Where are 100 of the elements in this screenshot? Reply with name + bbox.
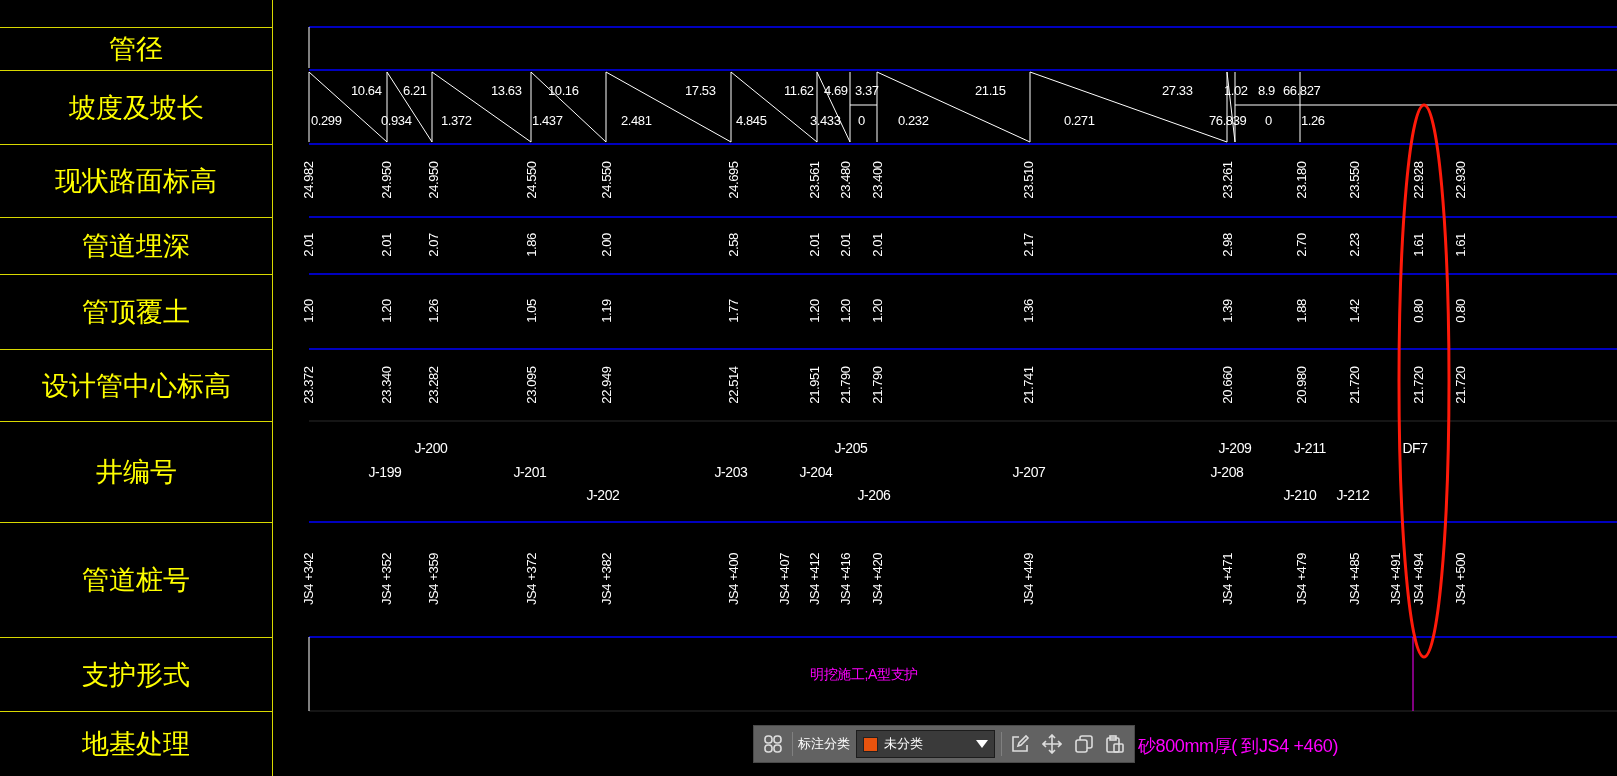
row-header-cell: 支护形式 <box>0 637 272 711</box>
row-header-cell: 地基处理 <box>0 711 272 776</box>
ground-elevation-value: 24.550 <box>599 161 613 199</box>
design-elevation-value: 21.790 <box>838 366 852 404</box>
design-elevation-value: 21.720 <box>1453 366 1467 404</box>
row-header-cell: 坡度及坡长 <box>0 70 272 144</box>
pipe-depth-value: 2.23 <box>1347 233 1361 257</box>
row-header-cell: 管径 <box>0 27 272 70</box>
well-number: J-205 <box>834 441 868 455</box>
pipe-depth-value: 2.70 <box>1294 233 1308 257</box>
design-elevation-value: 22.949 <box>599 366 613 404</box>
design-elevation-value: 23.340 <box>379 366 393 404</box>
slope-length-value: 1.02 <box>1224 83 1248 97</box>
slope-value: 2.481 <box>621 113 652 127</box>
station-label: JS4 +485 <box>1347 552 1361 606</box>
pipe-depth-value: 2.17 <box>1021 233 1035 257</box>
station-label: JS4 +449 <box>1021 552 1035 606</box>
ground-elevation-value: 23.261 <box>1220 161 1234 199</box>
slope-length-value: 8.9 <box>1258 83 1275 97</box>
ground-elevation-value: 23.480 <box>838 161 852 199</box>
cover-depth-value: 0.80 <box>1453 299 1467 323</box>
design-elevation-value: 21.720 <box>1347 366 1361 404</box>
slope-length-value: 10.16 <box>548 83 579 97</box>
slope-length-value: 27.33 <box>1162 83 1193 97</box>
station-label: JS4 +412 <box>807 552 821 606</box>
row-header-cell: 管顶覆土 <box>0 274 272 349</box>
slope-value: 0.271 <box>1064 113 1095 127</box>
slope-value: 0.934 <box>381 113 412 127</box>
cover-depth-value: 1.36 <box>1021 299 1035 323</box>
pipe-depth-value: 1.86 <box>524 233 538 257</box>
station-label: JS4 +342 <box>301 552 315 606</box>
well-number: J-210 <box>1283 488 1317 502</box>
station-label: JS4 +420 <box>870 552 884 606</box>
well-number: J-207 <box>1012 465 1046 479</box>
ground-elevation-value: 24.950 <box>379 161 393 199</box>
ground-elevation-value: 24.982 <box>301 161 315 199</box>
cover-depth-value: 1.20 <box>807 299 821 323</box>
row-header-cell: 设计管中心标高 <box>0 349 272 421</box>
slope-length-value: 17.53 <box>685 83 716 97</box>
station-label: JS4 +407 <box>777 552 791 606</box>
slope-length-value: 11.62 <box>784 83 814 97</box>
ground-elevation-value: 23.400 <box>870 161 884 199</box>
well-number: J-202 <box>586 488 620 502</box>
pipe-depth-value: 2.01 <box>838 233 852 257</box>
category-dropdown[interactable]: 未分类 <box>856 730 995 758</box>
ground-elevation-value: 23.561 <box>807 161 821 199</box>
slope-length-value: 13.63 <box>491 83 522 97</box>
cover-depth-value: 1.20 <box>379 299 393 323</box>
well-number: J-211 <box>1294 441 1326 455</box>
slope-value: 1.372 <box>441 113 472 127</box>
cover-depth-value: 1.20 <box>870 299 884 323</box>
row-header-cell: 管道埋深 <box>0 217 272 274</box>
cover-depth-value: 1.39 <box>1220 299 1234 323</box>
foundation-treatment-text: 砂800mm厚( 到JS4 +460) <box>1138 737 1338 755</box>
station-label: JS4 +352 <box>379 552 393 606</box>
caret-icon <box>975 740 988 748</box>
row-header-cell: 井编号 <box>0 421 272 522</box>
ground-elevation-value: 24.550 <box>524 161 538 199</box>
row-header-cell: 现状路面标高 <box>0 144 272 217</box>
slope-value: 0.232 <box>898 113 929 127</box>
pipe-depth-value: 2.00 <box>599 233 613 257</box>
slope-value: 3.433 <box>810 113 841 127</box>
pipe-depth-value: 2.07 <box>426 233 440 257</box>
pipe-depth-value: 1.61 <box>1411 233 1425 257</box>
cover-depth-value: 0.80 <box>1411 299 1425 323</box>
pipe-depth-value: 2.01 <box>870 233 884 257</box>
design-elevation-value: 23.095 <box>524 366 538 404</box>
slope-value: 4.845 <box>736 113 767 127</box>
slope-value: 0.299 <box>311 113 342 127</box>
design-elevation-value: 21.741 <box>1021 366 1035 404</box>
cover-depth-value: 1.05 <box>524 299 538 323</box>
well-number: J-204 <box>799 465 833 479</box>
well-number: J-206 <box>857 488 891 502</box>
station-label: JS4 +471 <box>1220 552 1234 606</box>
slope-length-value: 66.827 <box>1283 83 1321 97</box>
well-number: DF7 <box>1402 441 1428 455</box>
station-label: JS4 +479 <box>1294 552 1308 606</box>
station-label: JS4 +359 <box>426 552 440 606</box>
pipe-depth-value: 2.01 <box>807 233 821 257</box>
slope-value: 1.26 <box>1301 113 1325 127</box>
design-elevation-value: 20.980 <box>1294 366 1308 404</box>
well-number: J-209 <box>1218 441 1252 455</box>
slope-value: 1.437 <box>532 113 563 127</box>
design-elevation-value: 21.720 <box>1411 366 1425 404</box>
slope-length-value: 10.64 <box>351 83 382 97</box>
design-elevation-value: 23.372 <box>301 366 315 404</box>
station-label: JS4 +400 <box>726 552 740 606</box>
station-label: JS4 +372 <box>524 552 538 606</box>
well-number: J-199 <box>368 465 402 479</box>
support-type-text: 明挖施工;A型支护 <box>810 667 918 681</box>
well-number: J-208 <box>1210 465 1244 479</box>
ground-elevation-value: 23.510 <box>1021 161 1035 199</box>
well-number: J-212 <box>1336 488 1370 502</box>
ground-elevation-value: 22.928 <box>1411 161 1425 199</box>
design-elevation-value: 22.514 <box>726 366 740 404</box>
ground-elevation-value: 23.550 <box>1347 161 1361 199</box>
color-swatch-icon <box>863 736 879 752</box>
ground-elevation-value: 22.930 <box>1453 161 1467 199</box>
design-elevation-value: 23.282 <box>426 366 440 404</box>
pipe-depth-value: 2.01 <box>379 233 393 257</box>
